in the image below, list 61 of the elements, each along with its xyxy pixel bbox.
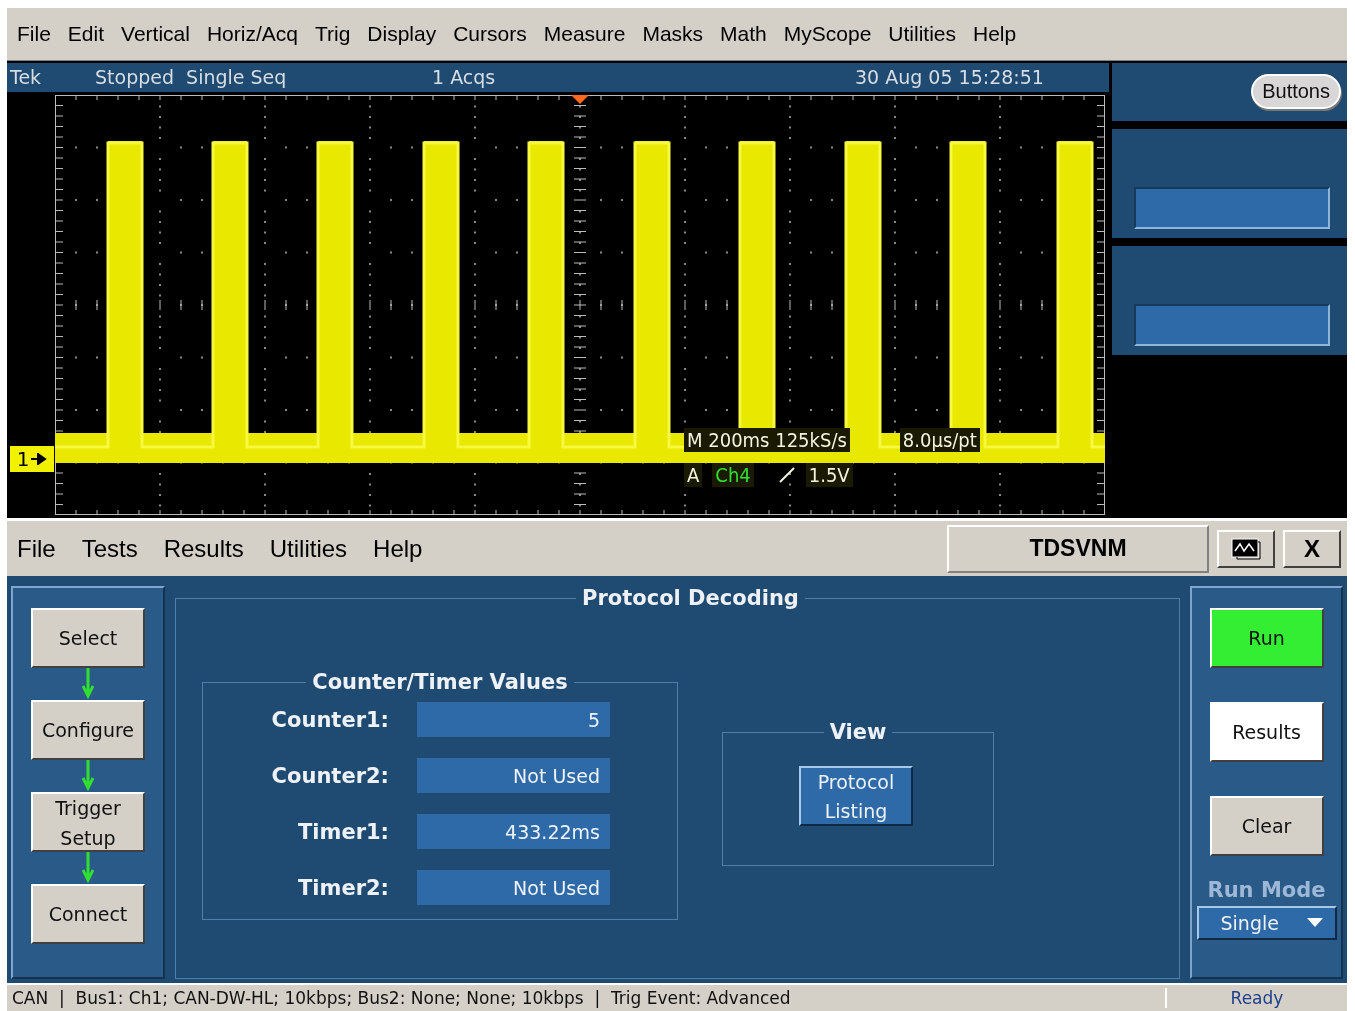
menu-item[interactable]: Results [163,534,244,563]
group-title: View [828,720,888,745]
menu-item[interactable]: File [15,21,64,46]
action-button[interactable]: Clear [1209,796,1324,857]
trigger-prefix: A [684,462,703,487]
status-summary: CAN | Bus1: Ch1; CAN-DW-HL; 10kbps; Bus2: None; None; 10kbps | Trig Event: Advanced [7,988,1167,1009]
menu-item[interactable]: Measure [541,21,639,46]
close-button[interactable]: X [1283,529,1341,568]
action-button[interactable]: Results [1209,702,1324,763]
value-field: Not Used [417,758,610,794]
menu-item[interactable]: Trig [312,21,364,46]
menu-item[interactable]: Utilities [269,534,348,563]
trigger-position-icon [571,94,589,104]
step-button[interactable]: Select [31,608,145,669]
menu-item[interactable]: Tests [81,534,138,563]
waveform-icon [1231,537,1261,560]
value-field: 5 [417,702,610,738]
menu-item[interactable]: Masks [640,21,717,46]
value-field: Not Used [417,870,610,906]
step-button[interactable]: Connect [31,884,145,945]
date-time: 30 Aug 05 15:28:51 [854,66,1045,89]
counter-label: Timer2: [297,875,389,900]
channel-marker: 1 [10,445,54,472]
menu-item[interactable]: Horiz/Acq [204,21,311,46]
down-arrow-icon [82,668,94,701]
status-state: Ready [1229,988,1285,1009]
counter-label: Timer1: [297,819,389,844]
trigger-channel: Ch4 [712,462,754,487]
step-button[interactable]: Trigger Setup [31,792,145,853]
caret-icon [1306,918,1323,929]
menu-item[interactable]: Help [971,21,1030,46]
horizontal-readout: M 200ms 125kS/s [684,427,850,452]
acquisition-state: Stopped Single Seq [94,66,288,89]
menu-item[interactable]: Edit [65,21,118,46]
acquisition-count: 1 Acqs [431,66,497,89]
menu-item[interactable]: Utilities [886,21,969,46]
rising-edge-icon [777,465,796,484]
value-field: 433.22ms [417,814,610,850]
step-button[interactable]: Configure [31,700,145,761]
action-button[interactable]: Run [1209,608,1324,669]
counter-label: Counter1: [270,707,389,732]
buttons-toggle[interactable]: Buttons [1251,74,1341,110]
run-mode-dropdown[interactable]: Single [1196,906,1337,941]
protocol-listing-button[interactable]: Protocol Listing [799,766,913,827]
group-title: Counter/Timer Values [311,670,569,695]
down-arrow-icon [82,852,94,885]
arrow-icon [31,452,48,465]
menu-item[interactable]: Cursors [451,21,540,46]
menu-item[interactable]: Help [373,534,423,563]
counter-label: Counter2: [270,763,389,788]
brand-label: Tek [9,66,43,89]
down-arrow-icon [82,760,94,793]
menu-item[interactable]: Vertical [119,21,203,46]
panel-title: Protocol Decoding [581,586,800,611]
run-mode-label: Run Mode [1207,878,1326,903]
menu-item[interactable]: Display [365,21,450,46]
app-title: TDSVNM [947,524,1209,573]
menu-item[interactable]: Math [718,21,780,46]
menu-item[interactable]: MyScope [781,21,885,46]
scope-view-button[interactable] [1217,529,1275,568]
menu-item[interactable]: File [17,534,56,563]
